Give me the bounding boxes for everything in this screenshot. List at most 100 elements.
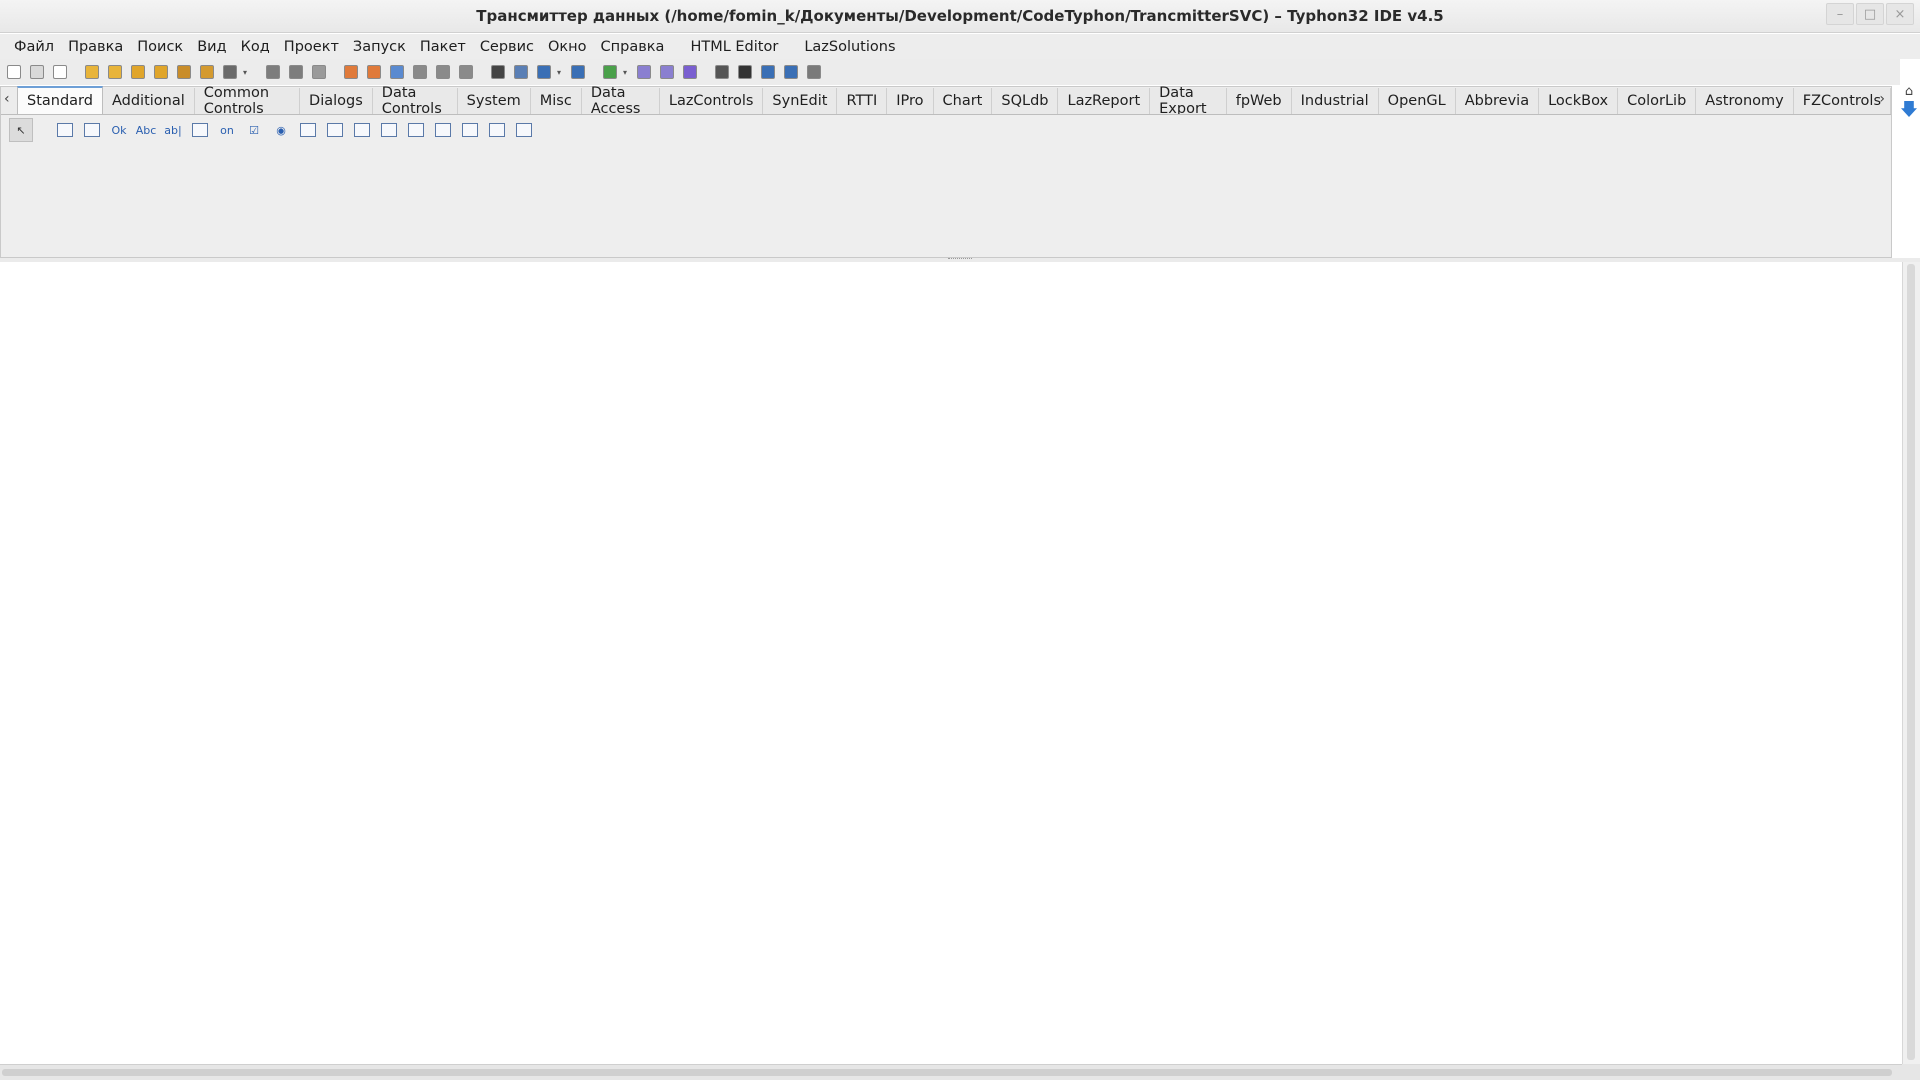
edit-icon[interactable] (341, 62, 361, 82)
maximize-button[interactable]: □ (1856, 3, 1884, 25)
menu-item[interactable]: Запуск (346, 34, 413, 59)
horizontal-scrollbar[interactable] (0, 1064, 1902, 1080)
menu-item[interactable]: Правка (61, 34, 130, 59)
popupmenu-icon[interactable] (80, 118, 104, 142)
combobox-icon[interactable] (323, 118, 347, 142)
step-icon[interactable] (657, 62, 677, 82)
tabs-scroll-right-icon[interactable]: › (1879, 91, 1885, 107)
tab-colorlib[interactable]: ColorLib (1618, 88, 1697, 114)
horizontal-scroll-thumb[interactable] (2, 1069, 1892, 1076)
tab-ipro[interactable]: IPro (887, 88, 934, 114)
listbox-icon[interactable] (296, 118, 320, 142)
menu-item[interactable]: Пакет (413, 34, 473, 59)
memo-icon[interactable] (188, 118, 212, 142)
menu-item[interactable]: Код (234, 34, 277, 59)
tab-industrial[interactable]: Industrial (1291, 88, 1379, 114)
tab-lockbox[interactable]: LockBox (1539, 88, 1619, 114)
checkbox-icon[interactable]: ☑ (242, 118, 266, 142)
menu-item[interactable]: Проект (277, 34, 346, 59)
menu-item[interactable]: Сервис (473, 34, 541, 59)
save-all-icon[interactable] (286, 62, 306, 82)
tab-abbrevia[interactable]: Abbrevia (1455, 88, 1540, 114)
step-over-icon[interactable] (781, 62, 801, 82)
tab-data-access[interactable]: Data Access (581, 85, 660, 117)
tab-chart[interactable]: Chart (933, 88, 993, 114)
edit-icon[interactable]: ab| (161, 118, 185, 142)
menu-item-extra[interactable]: HTML Editor (683, 34, 785, 59)
button-icon[interactable]: Ok (107, 118, 131, 142)
tab-astronomy[interactable]: Astronomy (1696, 88, 1794, 114)
copy-icon[interactable] (410, 62, 430, 82)
open-project-icon[interactable] (151, 62, 171, 82)
radiobutton-icon[interactable]: ◉ (269, 118, 293, 142)
dropdown-arrow-icon[interactable]: ▾ (557, 68, 565, 77)
checkgroup-icon[interactable] (431, 118, 455, 142)
menu-item[interactable]: Поиск (130, 34, 190, 59)
toggle-icon[interactable] (456, 62, 476, 82)
open-package-icon[interactable] (128, 62, 148, 82)
tab-fpweb[interactable]: fpWeb (1226, 88, 1292, 114)
open-icon[interactable] (82, 62, 102, 82)
mainmenu-icon[interactable] (53, 118, 77, 142)
tab-misc[interactable]: Misc (530, 88, 582, 114)
tab-opengl[interactable]: OpenGL (1378, 88, 1456, 114)
menu-item[interactable]: Справка (594, 34, 672, 59)
step-into-icon[interactable] (758, 62, 778, 82)
new-form-icon[interactable] (27, 62, 47, 82)
component-icon[interactable] (364, 62, 384, 82)
run-icon[interactable] (680, 62, 700, 82)
tab-dialogs[interactable]: Dialogs (300, 88, 373, 114)
minimize-button[interactable]: – (1826, 3, 1854, 25)
dropdown-arrow-icon[interactable]: ▾ (623, 68, 631, 77)
debug-icon[interactable] (634, 62, 654, 82)
tab-common-controls[interactable]: Common Controls (194, 85, 301, 117)
actionlist-icon[interactable] (512, 118, 536, 142)
tab-lazcontrols[interactable]: LazControls (659, 88, 764, 114)
close-icon[interactable] (309, 62, 329, 82)
label-icon[interactable]: Abc (134, 118, 158, 142)
palette-menu-arrow-icon[interactable] (1901, 101, 1917, 117)
open-recent-icon[interactable] (105, 62, 125, 82)
tab-fzcontrols[interactable]: FZControls (1793, 88, 1891, 114)
pointer-tool-icon[interactable]: ↖ (9, 118, 33, 142)
binoculars-icon[interactable] (488, 62, 508, 82)
tab-synedit[interactable]: SynEdit (763, 88, 838, 114)
menu-item[interactable]: Окно (541, 34, 594, 59)
dropdown-arrow-icon[interactable]: ▾ (243, 68, 251, 77)
vertical-scrollbar[interactable] (1902, 262, 1920, 1064)
build-icon[interactable] (197, 62, 217, 82)
menu-item[interactable]: Вид (190, 34, 233, 59)
tab-rtti[interactable]: RTTI (837, 88, 888, 114)
tab-system[interactable]: System (457, 88, 531, 114)
vertical-scroll-thumb[interactable] (1907, 264, 1915, 1060)
palette-options-icon[interactable]: ⌂ (1905, 84, 1913, 99)
scrollbar-icon[interactable] (350, 118, 374, 142)
tools-icon[interactable] (511, 62, 531, 82)
tabs-scroll-left-icon[interactable]: ‹ (4, 91, 10, 107)
find-icon[interactable] (174, 62, 194, 82)
stop-icon[interactable] (735, 62, 755, 82)
menu-item[interactable]: Файл (7, 34, 61, 59)
inspector-icon[interactable] (387, 62, 407, 82)
new-unit-icon[interactable] (4, 62, 24, 82)
menu-item-extra[interactable]: LazSolutions (797, 34, 902, 59)
tab-standard[interactable]: Standard (17, 86, 103, 114)
tab-sqldb[interactable]: SQLdb (992, 88, 1059, 114)
tab-additional[interactable]: Additional (102, 88, 195, 114)
designer-area[interactable] (0, 262, 1902, 1064)
radiogroup-icon[interactable] (404, 118, 428, 142)
togglebox-icon[interactable]: on (215, 118, 239, 142)
panel-icon[interactable] (458, 118, 482, 142)
groupbox-icon[interactable] (377, 118, 401, 142)
build-project-icon[interactable] (568, 62, 588, 82)
frame-icon[interactable] (485, 118, 509, 142)
tab-data-controls[interactable]: Data Controls (372, 85, 458, 117)
save-icon[interactable] (263, 62, 283, 82)
tab-data-export[interactable]: Data Export (1150, 85, 1227, 117)
form-icon[interactable] (433, 62, 453, 82)
tab-lazreport[interactable]: LazReport (1058, 88, 1151, 114)
new-window-icon[interactable] (50, 62, 70, 82)
pause-icon[interactable] (712, 62, 732, 82)
compile-icon[interactable] (534, 62, 554, 82)
step-out-icon[interactable] (804, 62, 824, 82)
